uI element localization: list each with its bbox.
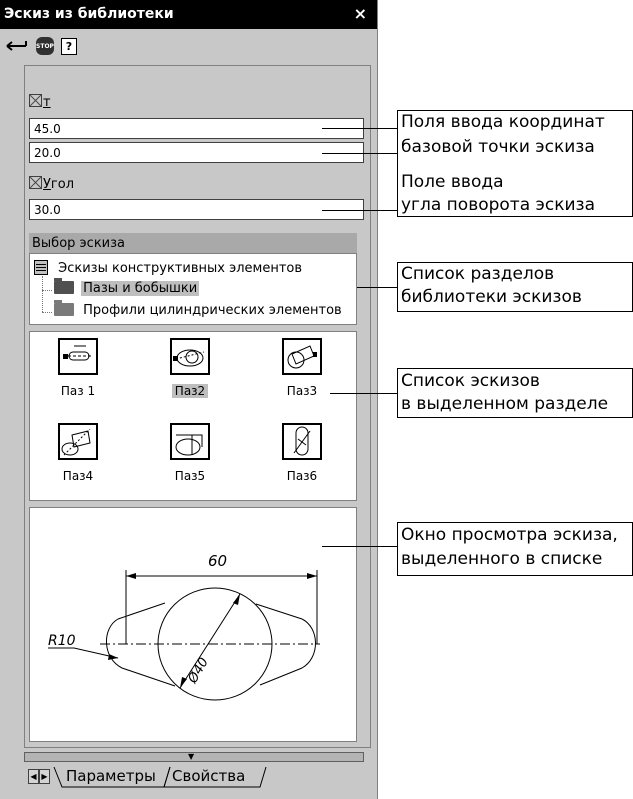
title-bar: Эскиз из библиотеки × [0, 0, 377, 29]
tree-root-label: Эскизы конструктивных элементов [58, 261, 303, 276]
slot-sketch-icon [58, 338, 98, 375]
slot-sketch-icon [58, 423, 98, 460]
annotation-coords-line1: Поля ввода координат [401, 112, 605, 132]
slot-sketch-icon [282, 423, 322, 460]
sections-tree: Эскизы конструктивных элементов Пазы и б… [29, 253, 357, 325]
tree-item-cylinder-profiles[interactable]: Профили цилиндрических элементов [54, 300, 342, 318]
tab-scroll-right-icon[interactable]: ▶ [39, 769, 50, 784]
close-icon[interactable]: × [354, 4, 367, 23]
angle-label-hotkey: У [43, 177, 51, 192]
tree-item-label: Пазы и бобышки [81, 281, 200, 296]
angle-input[interactable] [29, 199, 364, 220]
slot-drawing: 60 R10 Ø40 [48, 552, 320, 701]
slot-sketch-icon [282, 338, 322, 375]
sketch-preview: 60 R10 Ø40 [29, 507, 357, 742]
x-coordinate-input[interactable] [29, 118, 364, 139]
annotation-preview-line2: выделенного в списке [401, 549, 603, 569]
angle-label-text: гол [50, 177, 75, 192]
tab-parameters[interactable]: Параметры [66, 767, 156, 787]
sketch-select-title: Выбор эскиза [29, 233, 357, 253]
thumbnail-slot5[interactable]: Паз5 [150, 423, 230, 493]
folder-icon [54, 278, 74, 294]
tree-item-slots-bosses[interactable]: Пазы и бобышки [54, 278, 200, 296]
annotation-preview-line1: Окно просмотра эскиза, [401, 525, 618, 545]
tree-item-label: Профили цилиндрических элементов [83, 303, 342, 318]
annotation-sections-line1: Список разделов [401, 264, 555, 284]
tree-root[interactable]: Эскизы конструктивных элементов [34, 260, 302, 276]
horizontal-scrollbar[interactable]: ▼ [24, 752, 364, 762]
t-label-text: т [43, 95, 51, 110]
thumbnail-slot1[interactable]: Паз 1 [38, 338, 118, 408]
y-coordinate-input[interactable] [29, 142, 364, 163]
angle-field-label: Угол [29, 176, 74, 192]
annotation-coords-line2: базовой точки эскиза [401, 137, 595, 157]
annotation-angle-line2: угла поворота эскиза [401, 195, 595, 215]
tab-scroll-left-icon[interactable]: ◀ [28, 769, 39, 784]
dim-length-label: 60 [208, 552, 227, 570]
annotation-sections-line2: библиотеки эскизов [401, 287, 582, 307]
sketch-library-panel: Эскиз из библиотеки × STOP ? т Угол Выбо… [0, 0, 378, 799]
thumbnail-slot3[interactable]: Паз3 [262, 338, 342, 408]
enter-icon[interactable] [4, 35, 30, 57]
thumbnail-label: Паз3 [286, 384, 318, 398]
slot-sketch-icon [170, 338, 210, 375]
toolbar: STOP ? [0, 29, 377, 64]
stop-label: STOP [36, 37, 54, 55]
help-icon[interactable]: ? [60, 35, 78, 57]
annotation-sketches-line2: в выделенном разделе [401, 394, 609, 414]
sketch-thumbnails: Паз 1 Паз2 Паз3 Паз4 Паз5 Паз6 [29, 331, 357, 501]
dim-radius-label: R10 [48, 633, 76, 649]
thumbnail-slot4[interactable]: Паз4 [38, 423, 118, 493]
help-label: ? [61, 37, 77, 55]
slot-sketch-icon [170, 423, 210, 460]
stop-icon[interactable]: STOP [34, 35, 56, 57]
library-icon [34, 260, 48, 275]
thumbnail-slot6[interactable]: Паз6 [262, 423, 342, 493]
angle-checkbox[interactable] [29, 176, 42, 189]
tab-properties[interactable]: Свойства [172, 767, 245, 787]
dim-diameter-label: Ø40 [185, 655, 212, 687]
t-field-label: т [29, 94, 51, 110]
thumbnail-label: Паз 1 [60, 384, 96, 398]
window-title: Эскиз из библиотеки [4, 6, 174, 22]
scroll-down-icon[interactable]: ▼ [188, 752, 194, 761]
thumbnail-label: Паз5 [174, 469, 206, 483]
t-checkbox[interactable] [29, 94, 42, 107]
annotation-angle-line1: Поле ввода [401, 172, 504, 192]
thumbnail-slot2[interactable]: Паз2 [150, 338, 230, 408]
annotation-sketches-line1: Список эскизов [401, 371, 540, 391]
thumbnail-label: Паз4 [62, 469, 94, 483]
thumbnail-label: Паз2 [150, 384, 230, 398]
tab-strip: ◀ ▶ Параметры Свойства [24, 766, 374, 788]
thumbnail-label: Паз6 [286, 469, 318, 483]
folder-icon [54, 300, 74, 316]
